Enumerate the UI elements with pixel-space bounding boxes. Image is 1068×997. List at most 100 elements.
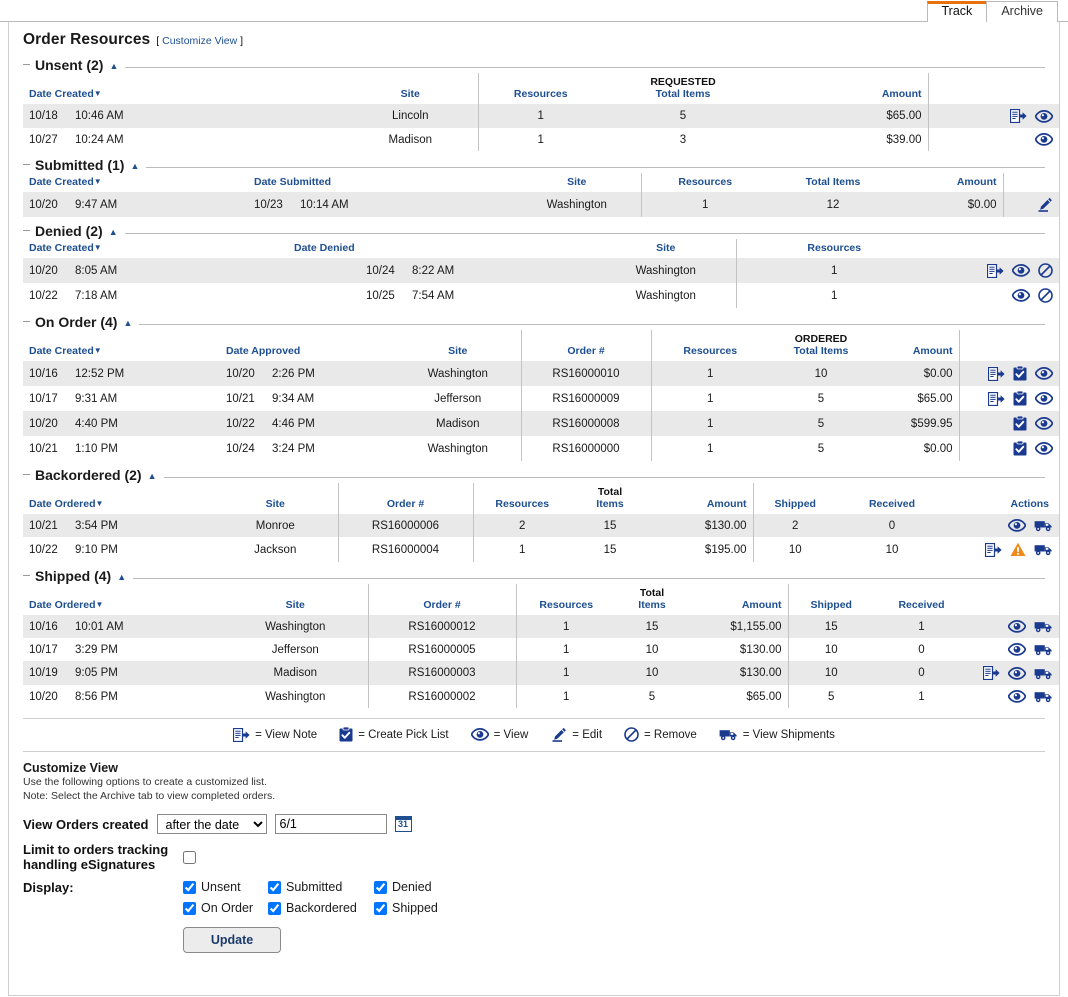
- view-note-icon[interactable]: [985, 543, 1002, 557]
- col-total-items[interactable]: TotalTotal ItemsItems: [571, 483, 649, 514]
- col-total-items[interactable]: TotalItems: [616, 584, 688, 615]
- col-date-ordered[interactable]: Date Ordered▼: [23, 483, 213, 514]
- remove-icon[interactable]: [1038, 288, 1053, 303]
- create-pick-list-icon[interactable]: [1013, 416, 1027, 431]
- chevron-up-icon[interactable]: ▲: [123, 319, 132, 328]
- section-header-submitted[interactable]: Submitted (1) ▲: [23, 157, 1045, 173]
- view-shipments-icon[interactable]: [1034, 643, 1053, 656]
- create-pick-list-icon[interactable]: [1013, 441, 1027, 456]
- create-pick-list-icon[interactable]: [1013, 366, 1027, 381]
- table-row[interactable]: 10/2710:24 AM Madison 1 3 $39.00: [23, 128, 1059, 151]
- table-row[interactable]: 10/227:18 AM 10/257:54 AM Washington 1: [23, 283, 1059, 308]
- col-amount[interactable]: Amount: [688, 584, 788, 615]
- view-icon[interactable]: [1012, 264, 1030, 277]
- esignature-checkbox[interactable]: [183, 851, 196, 864]
- display-checkbox-denied[interactable]: Denied: [374, 880, 464, 894]
- col-resources[interactable]: Resources: [473, 483, 571, 514]
- display-checkbox-backordered[interactable]: Backordered: [268, 901, 374, 915]
- date-input[interactable]: [275, 814, 387, 834]
- calendar-picker-icon[interactable]: 31: [395, 816, 412, 832]
- display-checkbox-submitted[interactable]: Submitted: [268, 880, 374, 894]
- col-site[interactable]: Site: [596, 239, 736, 258]
- view-icon[interactable]: [1008, 519, 1026, 532]
- col-date-approved[interactable]: Date Approved: [220, 330, 395, 361]
- col-site[interactable]: Site: [213, 483, 338, 514]
- display-checkbox-shipped[interactable]: Shipped: [374, 901, 464, 915]
- edit-icon[interactable]: [1036, 197, 1053, 212]
- col-shipped[interactable]: Shipped: [753, 483, 837, 514]
- view-shipments-icon[interactable]: [1034, 543, 1053, 556]
- table-row[interactable]: 10/1612:52 PM 10/202:26 PM Washington RS…: [23, 361, 1059, 386]
- section-header-shipped[interactable]: Shipped (4) ▲: [23, 568, 1045, 584]
- checkbox-unsent[interactable]: [183, 881, 196, 894]
- col-date-created[interactable]: Date Created▼: [23, 173, 248, 192]
- col-site[interactable]: Site: [223, 584, 368, 615]
- table-row[interactable]: 10/199:05 PM Madison RS16000003 1 10 $13…: [23, 661, 1059, 685]
- view-shipments-icon[interactable]: [1034, 690, 1053, 703]
- view-icon[interactable]: [1035, 417, 1053, 430]
- view-icon[interactable]: [1035, 133, 1053, 146]
- col-total-items[interactable]: REQUESTEDTotal Items: [603, 73, 763, 104]
- view-note-icon[interactable]: [987, 264, 1004, 278]
- view-icon[interactable]: [1035, 367, 1053, 380]
- col-site[interactable]: Site: [513, 173, 641, 192]
- col-amount[interactable]: Amount: [649, 483, 753, 514]
- col-amount[interactable]: Amount: [763, 73, 928, 104]
- update-button[interactable]: Update: [183, 927, 281, 953]
- chevron-up-icon[interactable]: ▲: [117, 573, 126, 582]
- col-order-number[interactable]: Order #: [368, 584, 516, 615]
- view-shipments-icon[interactable]: [1034, 667, 1053, 680]
- col-resources[interactable]: Resources: [478, 73, 603, 104]
- col-order-number[interactable]: Order #: [521, 330, 651, 361]
- table-row[interactable]: 10/211:10 PM 10/243:24 PM Washington RS1…: [23, 436, 1059, 461]
- checkbox-denied[interactable]: [374, 881, 387, 894]
- table-row[interactable]: 10/229:10 PM Jackson RS16000004 1 15 $19…: [23, 537, 1059, 562]
- view-icon[interactable]: [1035, 110, 1053, 123]
- view-icon[interactable]: [1008, 643, 1026, 656]
- checkbox-on-order[interactable]: [183, 902, 196, 915]
- col-resources[interactable]: Resources: [516, 584, 616, 615]
- view-note-icon[interactable]: [988, 392, 1005, 406]
- customize-view-link[interactable]: Customize View: [162, 35, 237, 47]
- col-date-denied[interactable]: Date Denied: [288, 239, 596, 258]
- col-date-created[interactable]: Date Created▼: [23, 330, 220, 361]
- col-date-submitted[interactable]: Date Submitted: [248, 173, 513, 192]
- col-site[interactable]: Site: [395, 330, 521, 361]
- col-date-created[interactable]: Date Created▼: [23, 73, 343, 104]
- date-filter-select[interactable]: after the date before the date on the da…: [157, 814, 267, 834]
- col-total-items[interactable]: ORDEREDTotal Items: [769, 330, 873, 361]
- chevron-up-icon[interactable]: ▲: [109, 62, 118, 71]
- display-checkbox-on-order[interactable]: On Order: [183, 901, 268, 915]
- table-row[interactable]: 10/1810:46 AM Lincoln 1 5 $65.00: [23, 104, 1059, 128]
- col-date-created[interactable]: Date Created▼: [23, 239, 288, 258]
- col-order-number[interactable]: Order #: [338, 483, 473, 514]
- col-total-items[interactable]: Total Items: [769, 173, 897, 192]
- view-icon[interactable]: [1012, 289, 1030, 302]
- col-date-ordered[interactable]: Date Ordered▼: [23, 584, 223, 615]
- chevron-up-icon[interactable]: ▲: [109, 228, 118, 237]
- view-icon[interactable]: [1008, 690, 1026, 703]
- section-header-denied[interactable]: Denied (2) ▲: [23, 223, 1045, 239]
- section-header-backordered[interactable]: Backordered (2) ▲: [23, 467, 1045, 483]
- checkbox-submitted[interactable]: [268, 881, 281, 894]
- table-row[interactable]: 10/209:47 AM 10/2310:14 AM Washington 1 …: [23, 192, 1059, 217]
- col-resources[interactable]: Resources: [736, 239, 932, 258]
- chevron-up-icon[interactable]: ▲: [148, 472, 157, 481]
- remove-icon[interactable]: [1038, 263, 1053, 278]
- section-header-unsent[interactable]: Unsent (2) ▲: [23, 57, 1045, 73]
- col-site[interactable]: Site: [343, 73, 478, 104]
- table-row[interactable]: 10/213:54 PM Monroe RS16000006 2 15 $130…: [23, 514, 1059, 537]
- checkbox-backordered[interactable]: [268, 902, 281, 915]
- tab-track[interactable]: Track: [927, 1, 988, 22]
- table-row[interactable]: 10/208:05 AM 10/248:22 AM Washington 1: [23, 258, 1059, 283]
- col-resources[interactable]: Resources: [651, 330, 769, 361]
- checkbox-shipped[interactable]: [374, 902, 387, 915]
- warning-icon[interactable]: [1010, 542, 1026, 557]
- tab-archive[interactable]: Archive: [986, 1, 1058, 22]
- view-note-icon[interactable]: [988, 367, 1005, 381]
- view-note-icon[interactable]: [983, 666, 1000, 680]
- table-row[interactable]: 10/173:29 PM Jefferson RS16000005 1 10 $…: [23, 638, 1059, 661]
- view-icon[interactable]: [1035, 442, 1053, 455]
- view-icon[interactable]: [1008, 620, 1026, 633]
- view-icon[interactable]: [1035, 392, 1053, 405]
